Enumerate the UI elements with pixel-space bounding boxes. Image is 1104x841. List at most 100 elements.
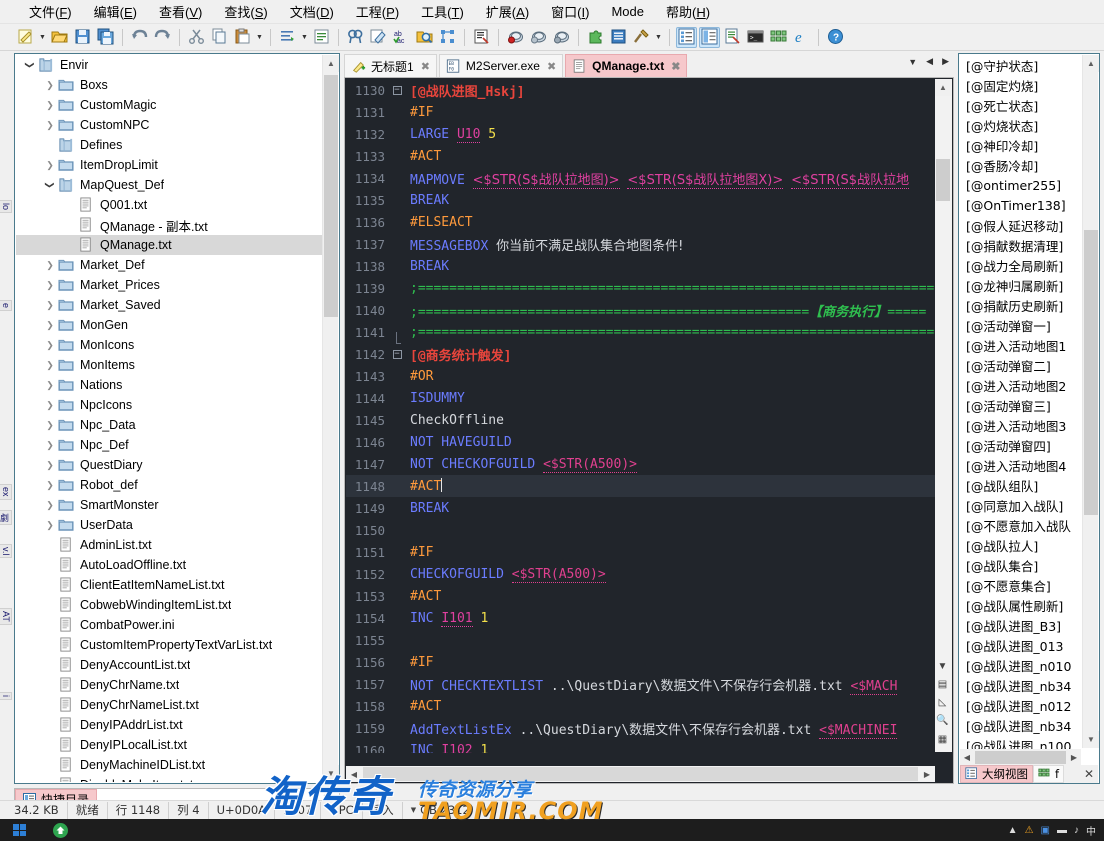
tree-folder-item[interactable]: ❯ CustomNPC: [16, 115, 322, 135]
menu-item-3[interactable]: 查看(V): [148, 0, 213, 24]
outline-item[interactable]: [@香肠冷却]: [960, 155, 1082, 175]
tree-folder-item[interactable]: ❯ Robot_def: [16, 475, 322, 495]
outline-item[interactable]: [@活动弹窗二]: [960, 355, 1082, 375]
macro-stop-button[interactable]: [551, 27, 572, 48]
scrollbar-thumb[interactable]: [324, 75, 338, 317]
outline-item[interactable]: [@不愿意集合]: [960, 575, 1082, 595]
bookmark-button[interactable]: [437, 27, 458, 48]
redo-button[interactable]: [152, 27, 173, 48]
tree-file-item[interactable]: DenyIPLocalList.txt: [16, 735, 322, 755]
tree-file-item[interactable]: DenyMachineIDList.txt: [16, 755, 322, 775]
outline-item[interactable]: [@进入活动地图3: [960, 415, 1082, 435]
tree-file-item[interactable]: CustomItemPropertyTextVarList.txt: [16, 635, 322, 655]
plugin-button[interactable]: [585, 27, 606, 48]
tab-prev-icon[interactable]: ◀: [923, 56, 936, 67]
tree-file-item[interactable]: AdminList.txt: [16, 535, 322, 555]
outline-item[interactable]: [@神印冷却]: [960, 135, 1082, 155]
tree-file-item[interactable]: CobwebWindingItemList.txt: [16, 595, 322, 615]
code-editor[interactable]: 1130− [@战队进图_Hskj] 1131 #IF 1132 LARGE U10 51…: [344, 77, 954, 784]
tree-folder-item[interactable]: ❯ MonItems: [16, 355, 322, 375]
dock-vertical-tab-1[interactable]: lo: [0, 200, 12, 214]
help-button[interactable]: ?: [825, 27, 846, 48]
open-file-button[interactable]: [49, 27, 70, 48]
chevron-right-icon[interactable]: ❯: [42, 337, 58, 353]
chevron-right-icon[interactable]: ❯: [42, 97, 58, 113]
tree-file-item[interactable]: DenyIPAddrList.txt: [16, 715, 322, 735]
outline-item[interactable]: [@战队进图_n010: [960, 655, 1082, 675]
menu-item-1[interactable]: 文件(F): [18, 0, 83, 24]
code-scrollbar-thumb[interactable]: [936, 159, 950, 201]
toggle-grid-panel[interactable]: [768, 27, 789, 48]
code-lines[interactable]: 1130− [@战队进图_Hskj] 1131 #IF 1132 LARGE U10 51…: [346, 79, 935, 753]
menu-item-11[interactable]: 帮助(H): [655, 0, 721, 24]
menu-item-2[interactable]: 编辑(E): [83, 0, 148, 24]
chevron-right-icon[interactable]: ❯: [42, 257, 58, 273]
tab-navigation[interactable]: ▼ ◀ ▶: [905, 56, 952, 67]
tray-network-icon[interactable]: ▬: [1057, 825, 1067, 836]
code-line[interactable]: 1133 #ACT: [346, 145, 935, 167]
tree-folder-item[interactable]: ❯ MapQuest_Def: [16, 175, 322, 195]
outline-tab-1[interactable]: 大纲视图: [960, 765, 1033, 783]
outline-scrollbar-thumb[interactable]: [1084, 230, 1098, 515]
macro-play-button[interactable]: [528, 27, 549, 48]
tree-folder-item[interactable]: ❯ Boxs: [16, 75, 322, 95]
tree-folder-item[interactable]: ❯ ItemDropLimit: [16, 155, 322, 175]
outline-panel-close-icon[interactable]: ✕: [1084, 767, 1094, 781]
tree-folder-item[interactable]: ❯ MonGen: [16, 315, 322, 335]
tree-file-item[interactable]: QManage.txt: [16, 235, 322, 255]
tree-folder-item[interactable]: ❯ Npc_Data: [16, 415, 322, 435]
code-line[interactable]: 1157 NOT CHECKTEXTLIST ..\QuestDiary\数据文件…: [346, 673, 935, 695]
code-line[interactable]: 1153 #ACT: [346, 585, 935, 607]
tree-file-item[interactable]: Q001.txt: [16, 195, 322, 215]
outline-item[interactable]: [@进入活动地图1: [960, 335, 1082, 355]
tree-folder-item[interactable]: ❯ Nations: [16, 375, 322, 395]
editor-tab-2[interactable]: EB F0 M2Server.exe ✖: [438, 54, 564, 77]
code-line[interactable]: 1130− [@战队进图_Hskj]: [346, 79, 935, 101]
tab-close-icon[interactable]: ✖: [421, 60, 430, 73]
outline-tab-2[interactable]: f: [1033, 765, 1065, 783]
tree-file-item[interactable]: CombatPower.ini: [16, 615, 322, 635]
tools-button[interactable]: [631, 27, 652, 48]
tree-folder-item[interactable]: ❯ NpcIcons: [16, 395, 322, 415]
tray-warning-icon[interactable]: ⚠: [1025, 825, 1034, 836]
chevron-down-icon[interactable]: ▼: [411, 806, 416, 814]
dock-vertical-tab-6[interactable]: AT: [0, 608, 12, 625]
code-line[interactable]: 1150: [346, 519, 935, 541]
outline-item[interactable]: [@活动弹窗三]: [960, 395, 1082, 415]
find-button[interactable]: [345, 27, 366, 48]
menu-item-7[interactable]: 工具(T): [410, 0, 475, 24]
outline-item[interactable]: [@战队集合]: [960, 555, 1082, 575]
copy-button[interactable]: [209, 27, 230, 48]
word-wrap-button[interactable]: [311, 27, 332, 48]
code-line[interactable]: 1137 MESSAGEBOX 你当前不满足战队集合地图条件!: [346, 233, 935, 255]
outline-item[interactable]: [@战队进图_B3]: [960, 615, 1082, 635]
tree-folder-item[interactable]: ❯ Market_Prices: [16, 275, 322, 295]
outline-item[interactable]: [@假人延迟移动]: [960, 215, 1082, 235]
menu-item-9[interactable]: 窗口(I): [540, 0, 600, 24]
code-line[interactable]: 1154 INC I101 1: [346, 607, 935, 629]
outline-item[interactable]: [@战队进图_nb34: [960, 675, 1082, 695]
editor-tab-3[interactable]: QManage.txt ✖: [565, 54, 688, 77]
editor-tab-1[interactable]: 无标题1 ✖: [344, 54, 437, 77]
dock-vertical-tab-4[interactable]: 劇: [0, 510, 12, 525]
chevron-right-icon[interactable]: ❯: [42, 517, 58, 533]
outline-item[interactable]: [@不愿意加入战队: [960, 515, 1082, 535]
outline-horizontal-scrollbar[interactable]: ◀ ▶: [960, 749, 1081, 765]
outline-item[interactable]: [@死亡状态]: [960, 95, 1082, 115]
outline-item[interactable]: [@活动弹窗四]: [960, 435, 1082, 455]
chevron-down-icon[interactable]: ▼: [37, 27, 48, 48]
save-button[interactable]: [72, 27, 93, 48]
menu-item-4[interactable]: 查找(S): [213, 0, 278, 24]
code-line[interactable]: 1131 #IF: [346, 101, 935, 123]
code-line[interactable]: 1134 MAPMOVE <$STR(S$战队拉地图)> <$STR(S$战队拉地…: [346, 167, 935, 189]
menu-item-10[interactable]: Mode: [600, 1, 655, 22]
chevron-right-icon[interactable]: ❯: [42, 157, 58, 173]
code-scroll-right-icon[interactable]: ▶: [919, 766, 935, 782]
grid-marker-icon[interactable]: ▦: [935, 732, 950, 747]
search-marker-icon[interactable]: 🔍: [935, 713, 950, 728]
tab-close-icon[interactable]: ✖: [671, 60, 680, 73]
menu-item-6[interactable]: 工程(P): [345, 0, 410, 24]
tree-file-item[interactable]: AutoLoadOffline.txt: [16, 555, 322, 575]
file-tree-list[interactable]: ❯ Envir ❯ Boxs ❯ CustomMagic ❯ CustomNPC Defines…: [16, 55, 322, 782]
scroll-up-icon[interactable]: ▲: [323, 55, 339, 72]
